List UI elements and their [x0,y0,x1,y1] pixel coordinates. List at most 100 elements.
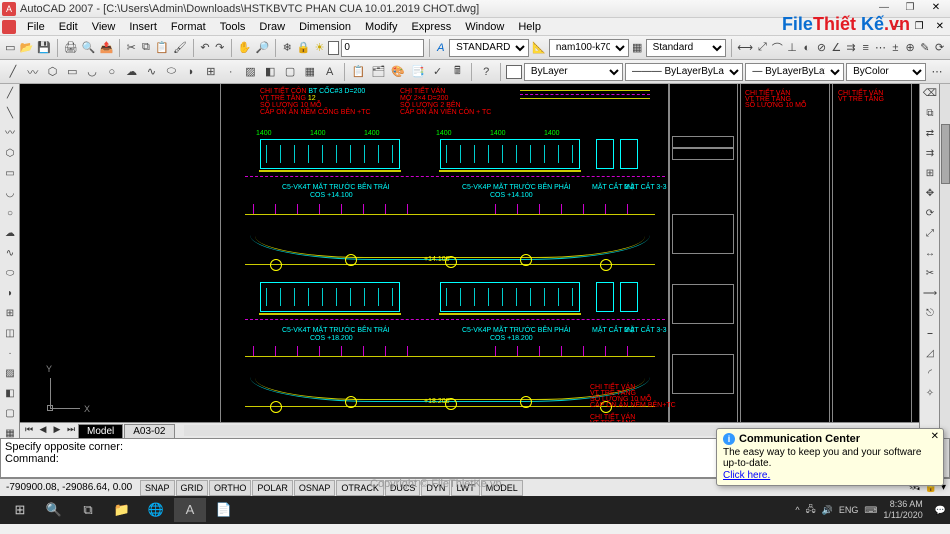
tool-cloud-icon[interactable]: ☁ [1,225,19,243]
tablestyle-icon[interactable]: ▦ [631,39,644,57]
mtext-icon[interactable]: A [321,63,339,81]
start-button[interactable]: ⊞ [4,498,36,522]
redo-icon[interactable]: ↷ [213,39,226,57]
dim-dia-icon[interactable]: ⊘ [815,39,828,57]
ltscale-icon[interactable]: ⋯ [928,63,946,81]
close-button[interactable]: ✕ [924,1,948,17]
tray-lang[interactable]: ENG [839,505,859,515]
plotcolor-combo[interactable]: ByColor [846,63,926,81]
dim-aligned-icon[interactable]: ⤢ [756,39,769,57]
mod-explode-icon[interactable]: ✧ [921,385,939,403]
mod-extend-icon[interactable]: ⟶ [921,285,939,303]
dim-cont-icon[interactable]: ⋯ [874,39,887,57]
pline-icon[interactable]: 〰 [24,63,42,81]
preview-icon[interactable]: 🔍 [81,39,97,57]
circle-icon[interactable]: ○ [103,63,121,81]
toggle-snap[interactable]: SNAP [140,480,175,496]
dim-quick-icon[interactable]: ⇉ [845,39,858,57]
tab-model[interactable]: Model [78,424,123,438]
revcloud-icon[interactable]: ☁ [123,63,141,81]
tool-ellipse-icon[interactable]: ⬭ [1,265,19,283]
tab-layout1[interactable]: A03-02 [124,424,174,438]
mod-copy-icon[interactable]: ⧉ [921,105,939,123]
tool-region-icon[interactable]: ▢ [1,405,19,423]
dim-update-icon[interactable]: ⟳ [933,39,946,57]
mod-rotate-icon[interactable]: ⟳ [921,205,939,223]
toggle-polar[interactable]: POLAR [252,480,293,496]
dim-linear-icon[interactable]: ⟷ [736,39,754,57]
acad-task-icon[interactable]: A [174,498,206,522]
mod-array-icon[interactable]: ⊞ [921,165,939,183]
ellipse-arc-icon[interactable]: ◗ [182,63,200,81]
menu-edit[interactable]: Edit [52,19,85,35]
undo-icon[interactable]: ↶ [199,39,212,57]
tray-notif-icon[interactable]: 💬 [935,505,946,516]
hatch-icon[interactable]: ▨ [242,63,260,81]
paste-icon[interactable]: 📋 [154,39,170,57]
tablestyle-combo[interactable]: Standard [646,39,726,57]
menu-express[interactable]: Express [404,19,458,35]
table-icon[interactable]: ▦ [301,63,319,81]
annot-a-icon[interactable]: A [434,39,447,57]
match-icon[interactable]: 🖌 [172,39,188,57]
dim-center-icon[interactable]: ⊕ [904,39,917,57]
tool-arc-icon[interactable]: ◡ [1,185,19,203]
dimstyle-combo[interactable]: nam100-k70-a3 [549,39,629,57]
tool-line-icon[interactable]: ╱ [1,85,19,103]
menu-tools[interactable]: Tools [213,19,253,35]
pan-icon[interactable]: ✋ [237,39,253,57]
vertical-scrollbar[interactable] [939,84,950,438]
cut-icon[interactable]: ✂ [125,39,138,57]
menu-draw[interactable]: Draw [252,19,292,35]
tab-next-icon[interactable]: ▶ [50,424,64,438]
balloon-close-button[interactable]: ✕ [931,431,939,442]
tool-xline-icon[interactable]: ╲ [1,105,19,123]
mod-trim-icon[interactable]: ✂ [921,265,939,283]
layer-combo[interactable]: 0 [341,39,423,57]
zoom-icon[interactable]: 🔎 [254,39,270,57]
line-icon[interactable]: ╱ [4,63,22,81]
search-button[interactable]: 🔍 [38,498,70,522]
app-task-icon[interactable]: 📄 [208,498,240,522]
mod-scale-icon[interactable]: ⤢ [921,225,939,243]
tool-point-icon[interactable]: · [1,345,19,363]
dim-ang-icon[interactable]: ∠ [830,39,843,57]
lineweight-combo[interactable]: — ByLayerByLayer [745,63,844,81]
dim-edit-icon[interactable]: ✎ [918,39,931,57]
mod-erase-icon[interactable]: ⌫ [921,85,939,103]
mod-move-icon[interactable]: ✥ [921,185,939,203]
explorer-icon[interactable]: 📁 [106,498,138,522]
dim-base-icon[interactable]: ≡ [859,39,872,57]
dim-arc-icon[interactable]: ⌒ [771,39,784,57]
sheet-icon[interactable]: 📑 [409,63,427,81]
menu-dimension[interactable]: Dimension [292,19,358,35]
mod-chamfer-icon[interactable]: ◿ [921,345,939,363]
ellipse-icon[interactable]: ⬭ [162,63,180,81]
doc-restore-button[interactable]: ❐ [909,21,930,32]
tool-poly-icon[interactable]: ⬡ [1,145,19,163]
tool-hatch-icon[interactable]: ▨ [1,365,19,383]
coordinate-display[interactable]: -790900.08, -29086.64, 0.00 [0,482,140,493]
menu-file[interactable]: File [20,19,52,35]
menu-help[interactable]: Help [511,19,548,35]
menu-insert[interactable]: Insert [122,19,164,35]
dim-ord-icon[interactable]: ⊥ [786,39,799,57]
qcalc-icon[interactable]: 🖩 [449,63,467,81]
model-viewport[interactable]: CHI TIẾT CỘN BT CỐC#3 D=200 VT TRÊ TĂNG … [20,84,919,438]
layer-color-swatch[interactable] [328,41,339,55]
new-icon[interactable]: ▭ [4,39,17,57]
toggle-ortho[interactable]: ORTHO [209,480,251,496]
mod-stretch-icon[interactable]: ↔ [921,245,939,263]
help-icon[interactable]: ? [477,63,495,81]
polygon-icon[interactable]: ⬡ [44,63,62,81]
layer-freeze-icon[interactable]: ❄ [281,39,294,57]
mod-fillet-icon[interactable]: ◜ [921,365,939,383]
publish-icon[interactable]: 📤 [98,39,114,57]
doc-close-button[interactable]: ✕ [930,21,950,32]
save-icon[interactable]: 💾 [36,39,52,57]
textstyle-combo[interactable]: STANDARD [449,39,529,57]
color-swatch[interactable] [506,65,522,79]
toolpal-icon[interactable]: 🎨 [389,63,407,81]
copy-icon[interactable]: ⧉ [140,39,153,57]
menu-window[interactable]: Window [458,19,511,35]
